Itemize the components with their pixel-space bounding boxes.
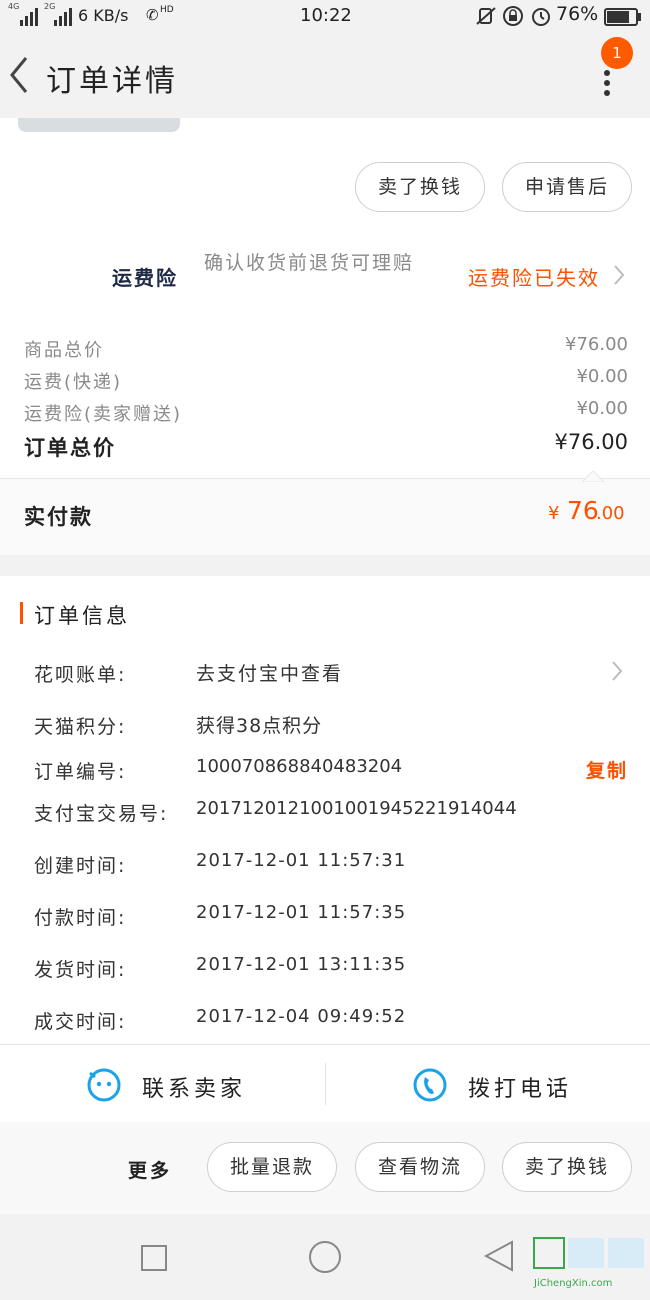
order-info-title: 订单信息	[34, 604, 130, 628]
mute-icon	[476, 6, 496, 31]
shipped-time-value: 2017-12-01 13:11:35	[196, 954, 407, 975]
clock: 10:22	[300, 5, 352, 26]
shipped-time-label: 发货时间:	[34, 959, 127, 981]
call-phone-button[interactable]: 拨打电话	[326, 1045, 650, 1123]
paid-currency: ¥	[548, 503, 560, 524]
insurance-description: 确认收货前退货可理赔	[204, 252, 415, 274]
pointer-caret	[580, 467, 606, 486]
paid-integer: 76	[567, 496, 599, 525]
notification-badge: 1	[601, 37, 633, 69]
signal-icon-1	[20, 8, 40, 31]
batch-refund-button[interactable]: 批量退款	[207, 1142, 337, 1192]
huabei-link[interactable]: 去支付宝中查看	[196, 659, 343, 686]
huabei-label: 花呗账单:	[34, 664, 127, 686]
insurance-status: 运费险已失效	[468, 266, 600, 290]
page-title: 订单详情	[46, 64, 178, 99]
price-summary: 商品总价 ¥76.00 运费(快递) ¥0.00 运费险(卖家赠送) ¥0.00…	[0, 320, 650, 478]
lock-rotation-icon	[502, 5, 524, 32]
copy-button[interactable]: 复制	[586, 756, 628, 783]
contact-row: 联系卖家 拨打电话	[0, 1044, 650, 1124]
more-menu-icon[interactable]	[600, 70, 614, 100]
battery-icon	[604, 8, 642, 31]
more-label[interactable]: 更多	[128, 1156, 172, 1183]
system-nav-bar: JiChengXin.com	[0, 1214, 650, 1300]
back-nav-icon[interactable]	[483, 1240, 514, 1276]
battery-percent: 76%	[556, 3, 599, 25]
order-total-value: ¥76.00	[554, 430, 628, 454]
network-4g-label: 4G	[8, 2, 20, 11]
back-arrow-icon[interactable]	[6, 54, 32, 100]
paid-time-value: 2017-12-01 11:57:35	[196, 902, 407, 923]
paid-decimal: .00	[596, 503, 625, 524]
bottom-action-bar: 更多 批量退款 查看物流 卖了换钱	[0, 1122, 650, 1214]
status-bar: 4G 2G 6 KB/s ✆ HD 10:22 76%	[0, 0, 650, 34]
insurance-title: 运费险	[112, 266, 178, 290]
insurance-fee-value: ¥0.00	[576, 398, 628, 419]
shipping-insurance-row[interactable]: 运费险 确认收货前退货可理赔 运费险已失效	[0, 230, 650, 320]
contact-seller-button[interactable]: 联系卖家	[0, 1045, 325, 1123]
goods-total-value: ¥76.00	[565, 334, 628, 355]
completed-time-label: 成交时间:	[34, 1011, 127, 1033]
recent-apps-icon[interactable]	[140, 1244, 168, 1276]
order-info-section: 订单信息 花呗账单: 去支付宝中查看 天猫积分: 获得38点积分 订单编号: 1…	[0, 576, 650, 1044]
call-phone-label: 拨打电话	[468, 1077, 573, 1102]
product-thumbnail[interactable]	[18, 118, 180, 132]
sell-for-cash-button-bottom[interactable]: 卖了换钱	[502, 1142, 632, 1192]
phone-hd-icon: ✆	[146, 6, 159, 24]
shipping-fee-label: 运费(快递)	[24, 372, 123, 393]
sell-for-cash-button[interactable]: 卖了换钱	[355, 162, 485, 212]
watermark-logo	[532, 1236, 648, 1282]
paid-label: 实付款	[24, 505, 93, 529]
insurance-fee-label: 运费险(卖家赠送)	[24, 404, 183, 425]
alipay-number-value: 2017120121001001945221914044	[196, 798, 517, 819]
app-header: 订单详情 1	[0, 34, 650, 118]
points-label: 天猫积分:	[34, 716, 127, 738]
goods-total-label: 商品总价	[24, 340, 104, 361]
order-total-label: 订单总价	[24, 436, 116, 460]
hd-label: HD	[160, 5, 174, 15]
phone-icon	[412, 1067, 448, 1107]
completed-time-value: 2017-12-04 09:49:52	[196, 1006, 407, 1027]
alarm-icon	[530, 5, 552, 32]
watermark-text: JiChengXin.com	[534, 1278, 613, 1289]
action-card-top: 卖了换钱 申请售后	[0, 118, 650, 230]
network-speed: 6 KB/s	[78, 6, 129, 25]
after-sale-button[interactable]: 申请售后	[502, 162, 632, 212]
order-number-label: 订单编号:	[34, 761, 127, 783]
contact-seller-label: 联系卖家	[142, 1077, 247, 1102]
chevron-right-icon	[612, 264, 626, 290]
chat-bubble-icon	[86, 1067, 122, 1107]
order-number-value: 100070868840483204	[196, 756, 403, 777]
points-value: 获得38点积分	[196, 715, 323, 737]
created-time-label: 创建时间:	[34, 855, 127, 877]
home-icon[interactable]	[308, 1240, 342, 1278]
view-logistics-button[interactable]: 查看物流	[355, 1142, 485, 1192]
shipping-fee-value: ¥0.00	[576, 366, 628, 387]
signal-icon-2	[54, 8, 74, 31]
created-time-value: 2017-12-01 11:57:31	[196, 850, 407, 871]
paid-amount-row: 实付款 ¥ 76 .00	[0, 470, 650, 555]
section-accent-bar	[20, 602, 23, 624]
alipay-number-label: 支付宝交易号:	[34, 803, 169, 825]
chevron-right-icon[interactable]	[610, 660, 624, 686]
paid-time-label: 付款时间:	[34, 907, 127, 929]
